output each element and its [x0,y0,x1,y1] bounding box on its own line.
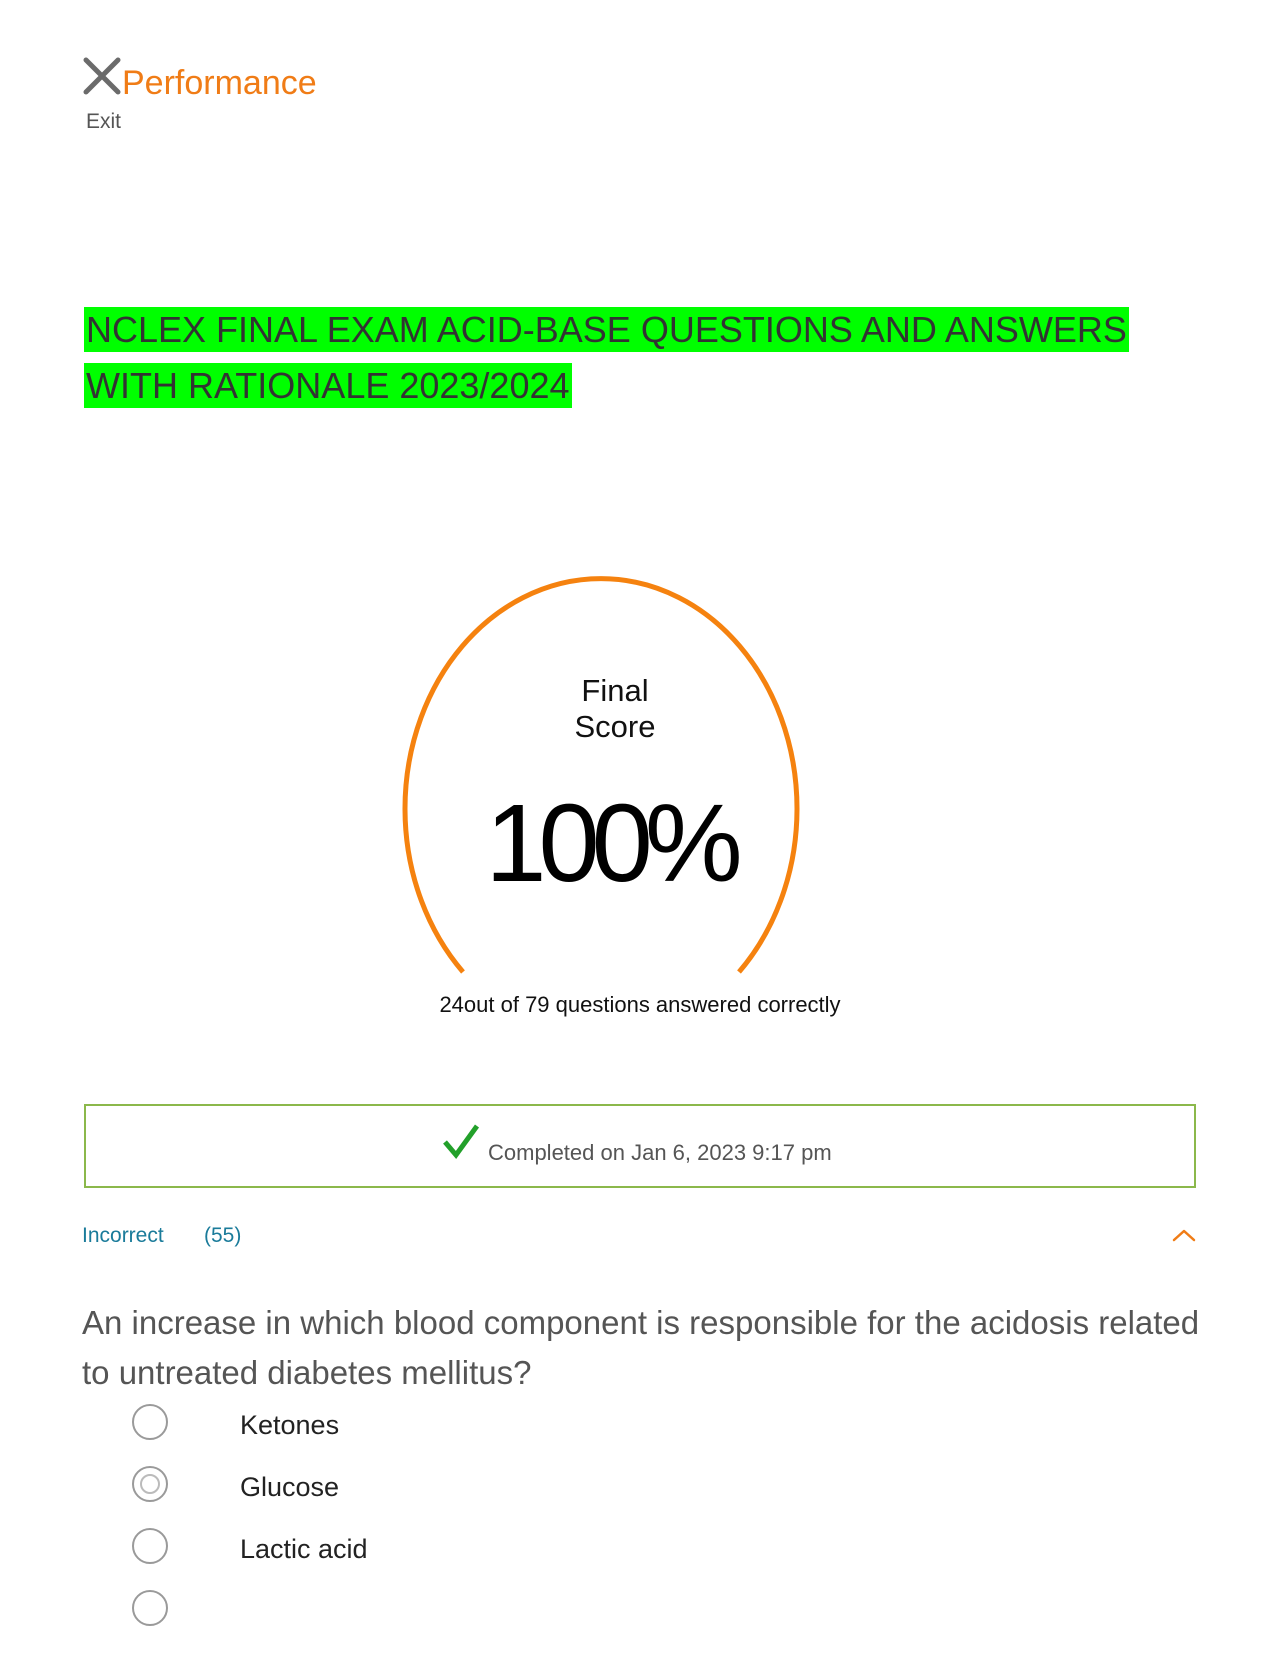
exam-title: NCLEX FINAL EXAM ACID-BASE QUESTIONS AND… [84,302,1204,414]
question-text: An increase in which blood component is … [82,1304,1200,1391]
completion-text: Completed on Jan 6, 2023 9:17 pm [488,1140,832,1165]
option-label: Lactic acid [240,1534,368,1564]
score-summary: 24out of 79 questions answered correctly [439,992,841,1017]
score-gauge-arc [402,576,800,974]
answer-option-ketones[interactable]: Ketones [132,1404,732,1466]
results-section-toggle[interactable]: Incorrect (55) [82,1222,1198,1254]
answer-option-glucose[interactable]: Glucose [132,1466,732,1528]
close-icon[interactable] [82,56,122,96]
radio-button[interactable] [132,1590,168,1626]
radio-button[interactable] [132,1528,168,1564]
radio-button[interactable] [132,1404,168,1440]
score-label: Final Score [574,673,656,744]
page-title: Performance [122,64,317,102]
answer-option-4[interactable] [132,1590,732,1652]
answer-options: Ketones Glucose Lactic acid [132,1404,732,1652]
chevron-up-icon[interactable] [1170,1222,1198,1250]
completion-banner: Completed on Jan 6, 2023 9:17 pm [84,1104,1196,1188]
answer-option-lactic-acid[interactable]: Lactic acid [132,1528,732,1590]
radio-button-selected[interactable] [132,1466,168,1502]
option-label: Ketones [240,1410,340,1440]
incorrect-count-badge: (55) [204,1224,242,1247]
incorrect-tab-label[interactable]: Incorrect [82,1224,164,1248]
exam-title-text: NCLEX FINAL EXAM ACID-BASE QUESTIONS AND… [84,307,1129,408]
exit-button[interactable]: Exit [86,110,121,134]
check-icon [443,1124,480,1160]
option-label: Glucose [240,1472,340,1502]
score-value: 100% [485,782,742,905]
